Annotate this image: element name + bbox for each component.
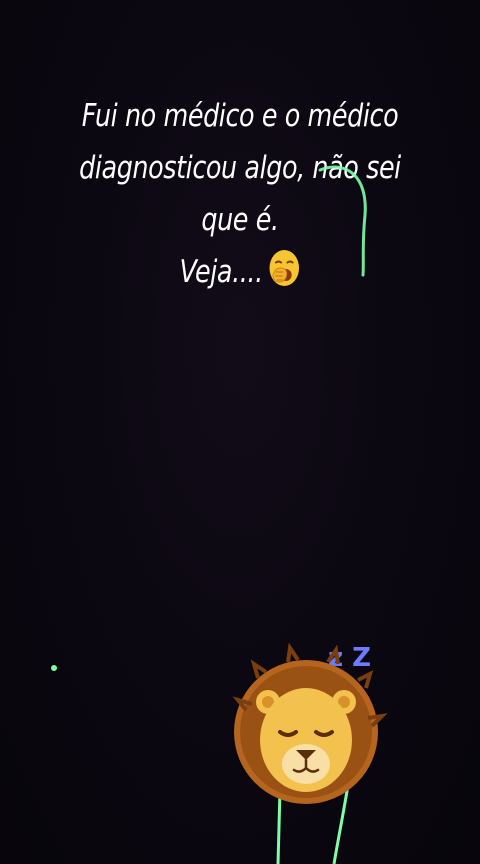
yawning-face-icon (269, 250, 299, 286)
caption-text: Fui no médico e o médico diagnosticou al… (68, 90, 412, 298)
sleeping-lion-sticker: z Z (232, 642, 388, 804)
neon-dot (51, 665, 57, 671)
caption-veja: Veja.... (179, 254, 264, 290)
caption-line-3: que é. (201, 202, 279, 238)
caption-line-2: diagnosticou algo, não sei (79, 150, 401, 186)
caption-line-4: Veja.... (68, 246, 412, 298)
video-frame: Fui no médico e o médico diagnosticou al… (0, 0, 480, 864)
caption-line-1: Fui no médico e o médico (81, 98, 399, 134)
